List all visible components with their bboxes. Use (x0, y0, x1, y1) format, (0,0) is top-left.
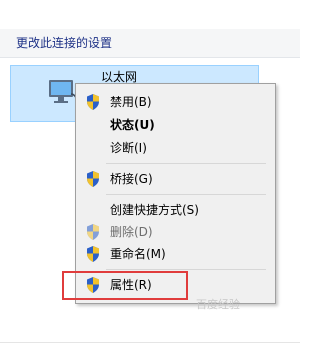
menu-item-disable[interactable]: 禁用(B) (76, 91, 275, 113)
menu-item-create-shortcut[interactable]: 创建快捷方式(S) (76, 199, 275, 221)
window-top-strip (0, 0, 300, 20)
menu-item-diagnose[interactable]: 诊断(I) (76, 137, 275, 159)
bottom-divider (0, 342, 300, 343)
properties-highlight-box (62, 271, 188, 300)
menu-item-label: 重命名(M) (110, 247, 166, 261)
menu-item-label: 桥接(G) (110, 172, 153, 186)
menu-item-label: 状态(U) (110, 118, 155, 132)
menu-item-label: 删除(D) (110, 225, 153, 239)
menu-item-bridge[interactable]: 桥接(G) (76, 168, 275, 190)
menu-separator (106, 194, 266, 195)
menu-separator (106, 269, 266, 270)
watermark: 百度经验 (196, 298, 240, 311)
change-settings-command[interactable]: 更改此连接的设置 (16, 34, 112, 51)
menu-item-delete[interactable]: 删除(D) (76, 221, 275, 243)
uac-shield-icon (87, 246, 99, 262)
menu-item-status[interactable]: 状态(U) (76, 114, 275, 136)
menu-item-label: 禁用(B) (110, 95, 152, 109)
menu-item-rename[interactable]: 重命名(M) (76, 243, 275, 265)
uac-shield-icon (87, 224, 99, 240)
toolbar: 更改此连接的设置 (0, 29, 300, 58)
menu-item-label: 创建快捷方式(S) (110, 203, 199, 217)
uac-shield-icon (87, 94, 99, 110)
uac-shield-icon (87, 171, 99, 187)
menu-item-label: 诊断(I) (110, 141, 147, 155)
menu-separator (106, 163, 266, 164)
